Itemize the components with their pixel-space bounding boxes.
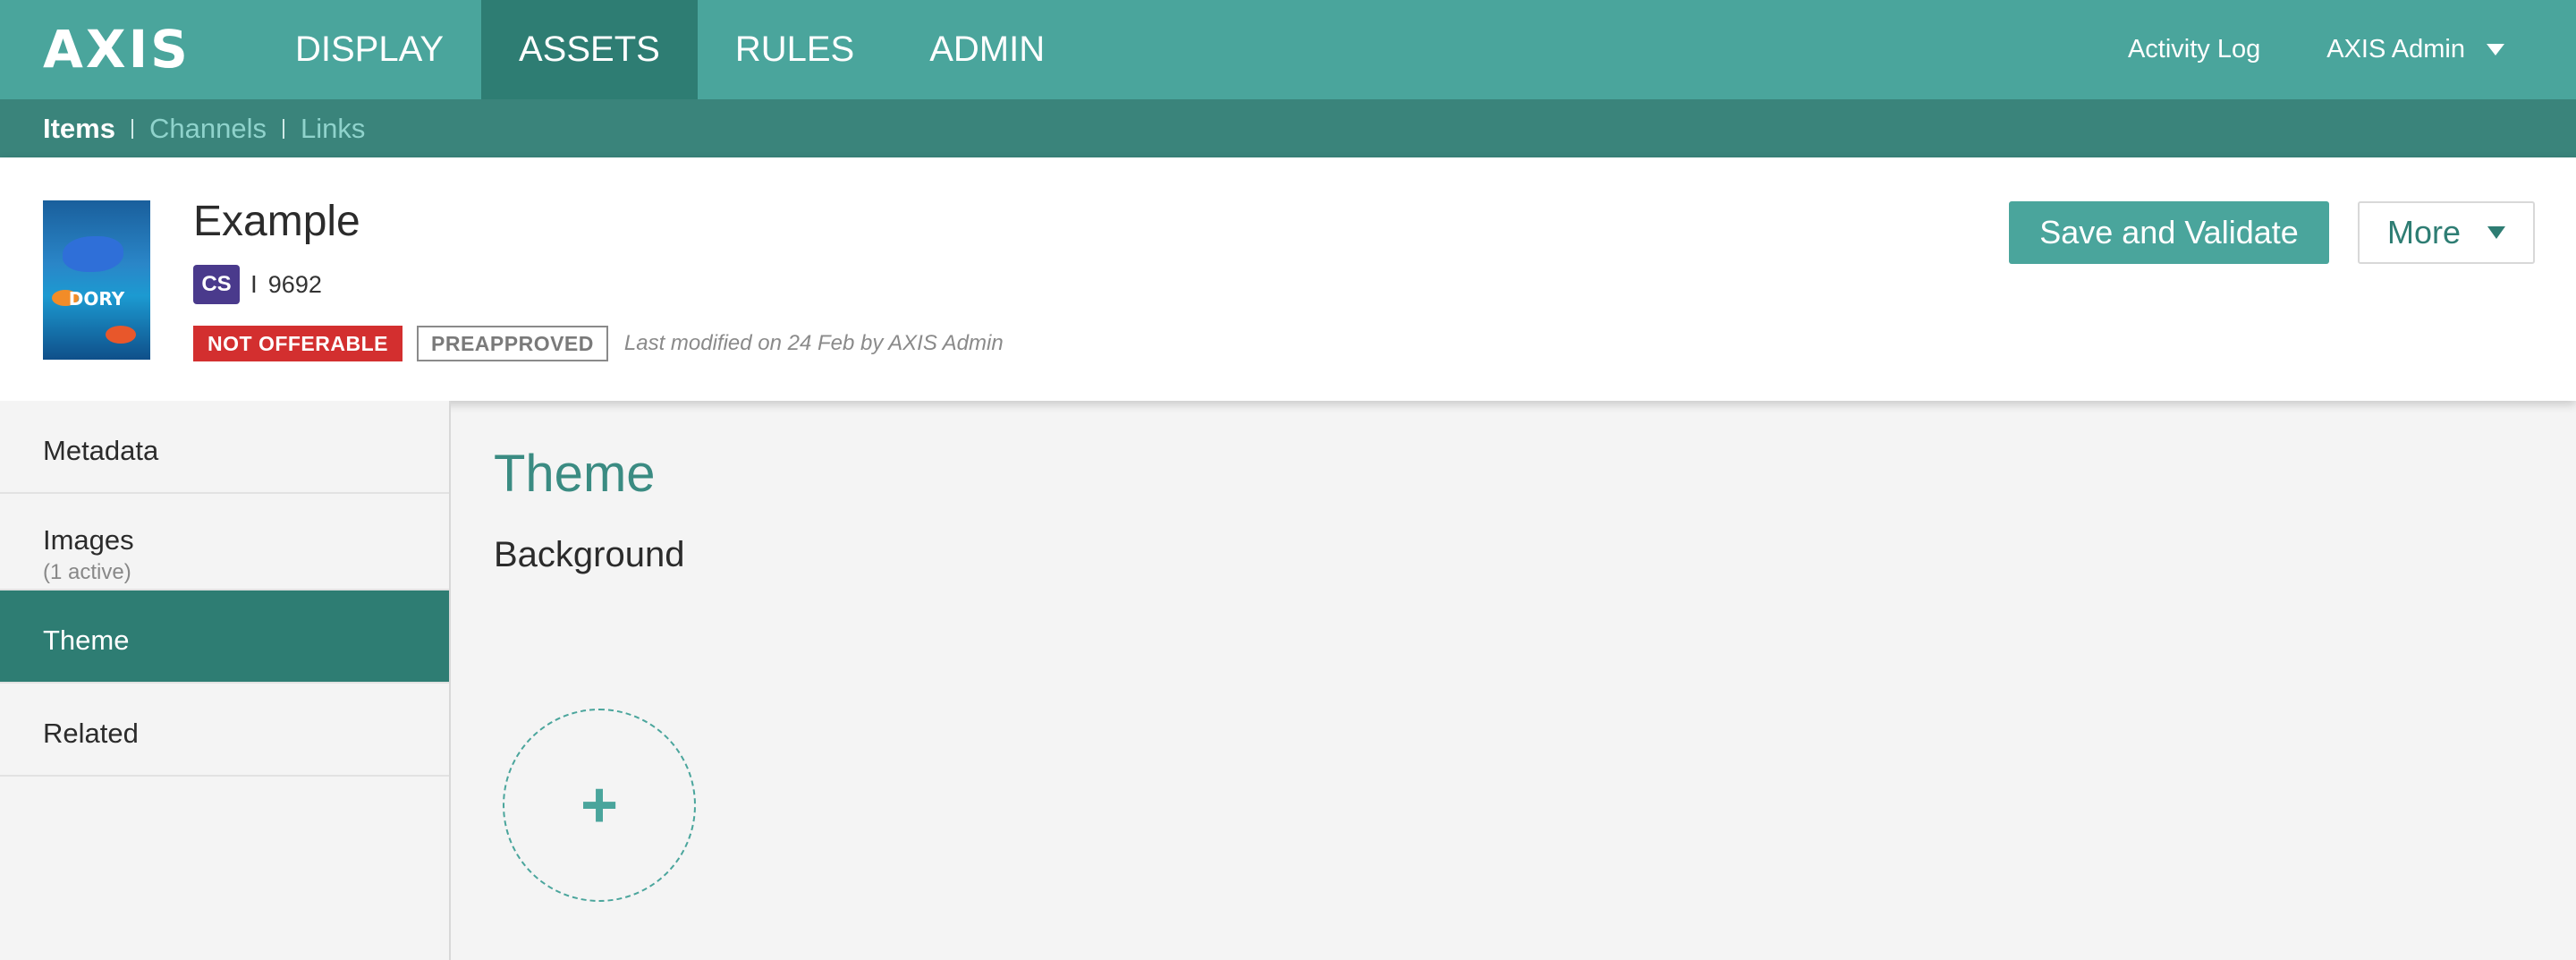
item-title: Example: [193, 198, 360, 245]
poster-title: DORY: [68, 288, 125, 310]
section-title: Theme: [494, 445, 656, 503]
nav-rules[interactable]: RULES: [698, 0, 892, 99]
status-row: NOT OFFERABLE PREAPPROVED Last modified …: [193, 326, 1004, 361]
subnav-channels[interactable]: Channels: [133, 113, 283, 145]
top-navigation-bar: AXIS DISPLAY ASSETS RULES ADMIN Activity…: [0, 0, 2576, 99]
item-id: 9692: [267, 270, 322, 298]
sidebar-item-label: Related: [43, 718, 139, 749]
background-heading: Background: [494, 535, 685, 574]
section-sidebar: Metadata Images (1 active) Theme Related: [0, 401, 451, 960]
plus-icon: +: [580, 769, 619, 841]
sidebar-item-label: Metadata: [43, 435, 159, 466]
user-name: AXIS Admin: [2326, 35, 2465, 64]
add-background-button[interactable]: +: [503, 709, 696, 902]
last-modified-text: Last modified on 24 Feb by AXIS Admin: [623, 331, 1004, 355]
sidebar-item-label: Theme: [43, 624, 130, 656]
item-poster-image: DORY: [43, 200, 150, 360]
item-header: DORY Example CS I 9692 NOT OFFERABLE PRE…: [0, 157, 2576, 401]
status-badge-not-offerable: NOT OFFERABLE: [193, 326, 402, 361]
nav-assets[interactable]: ASSETS: [481, 0, 698, 99]
type-badge: CS: [193, 265, 240, 304]
more-button-label: More: [2386, 214, 2462, 251]
main-content: Theme Background +: [451, 401, 2576, 960]
sidebar-item-related[interactable]: Related: [0, 684, 449, 777]
item-id-row: CS I 9692: [193, 265, 322, 304]
poster-fish-shape: [63, 236, 123, 272]
save-and-validate-button[interactable]: Save and Validate: [2009, 201, 2329, 264]
activity-log-link[interactable]: Activity Log: [2128, 35, 2260, 64]
axis-logo[interactable]: AXIS: [43, 23, 191, 75]
sidebar-item-label: Images: [43, 524, 134, 556]
poster-fish-shape: [106, 326, 136, 344]
sidebar-item-metadata[interactable]: Metadata: [0, 401, 449, 494]
more-button[interactable]: More: [2358, 201, 2535, 264]
sidebar-item-theme[interactable]: Theme: [0, 590, 449, 684]
status-badge-preapproved: PREAPPROVED: [417, 326, 608, 361]
top-right-actions: Activity Log AXIS Admin: [2128, 0, 2504, 99]
sub-navigation-bar: Items Channels Links: [0, 99, 2576, 157]
chevron-down-icon: [2487, 226, 2506, 239]
id-separator: I: [250, 270, 258, 298]
main-nav: DISPLAY ASSETS RULES ADMIN: [258, 0, 1082, 99]
sidebar-item-images[interactable]: Images (1 active): [0, 494, 449, 590]
nav-admin[interactable]: ADMIN: [892, 0, 1082, 99]
subnav-links[interactable]: Links: [284, 113, 381, 145]
user-menu[interactable]: AXIS Admin: [2326, 35, 2504, 64]
nav-display[interactable]: DISPLAY: [258, 0, 481, 99]
chevron-down-icon: [2487, 44, 2504, 55]
sidebar-item-count: (1 active): [43, 560, 131, 584]
subnav-items[interactable]: Items: [0, 113, 131, 145]
